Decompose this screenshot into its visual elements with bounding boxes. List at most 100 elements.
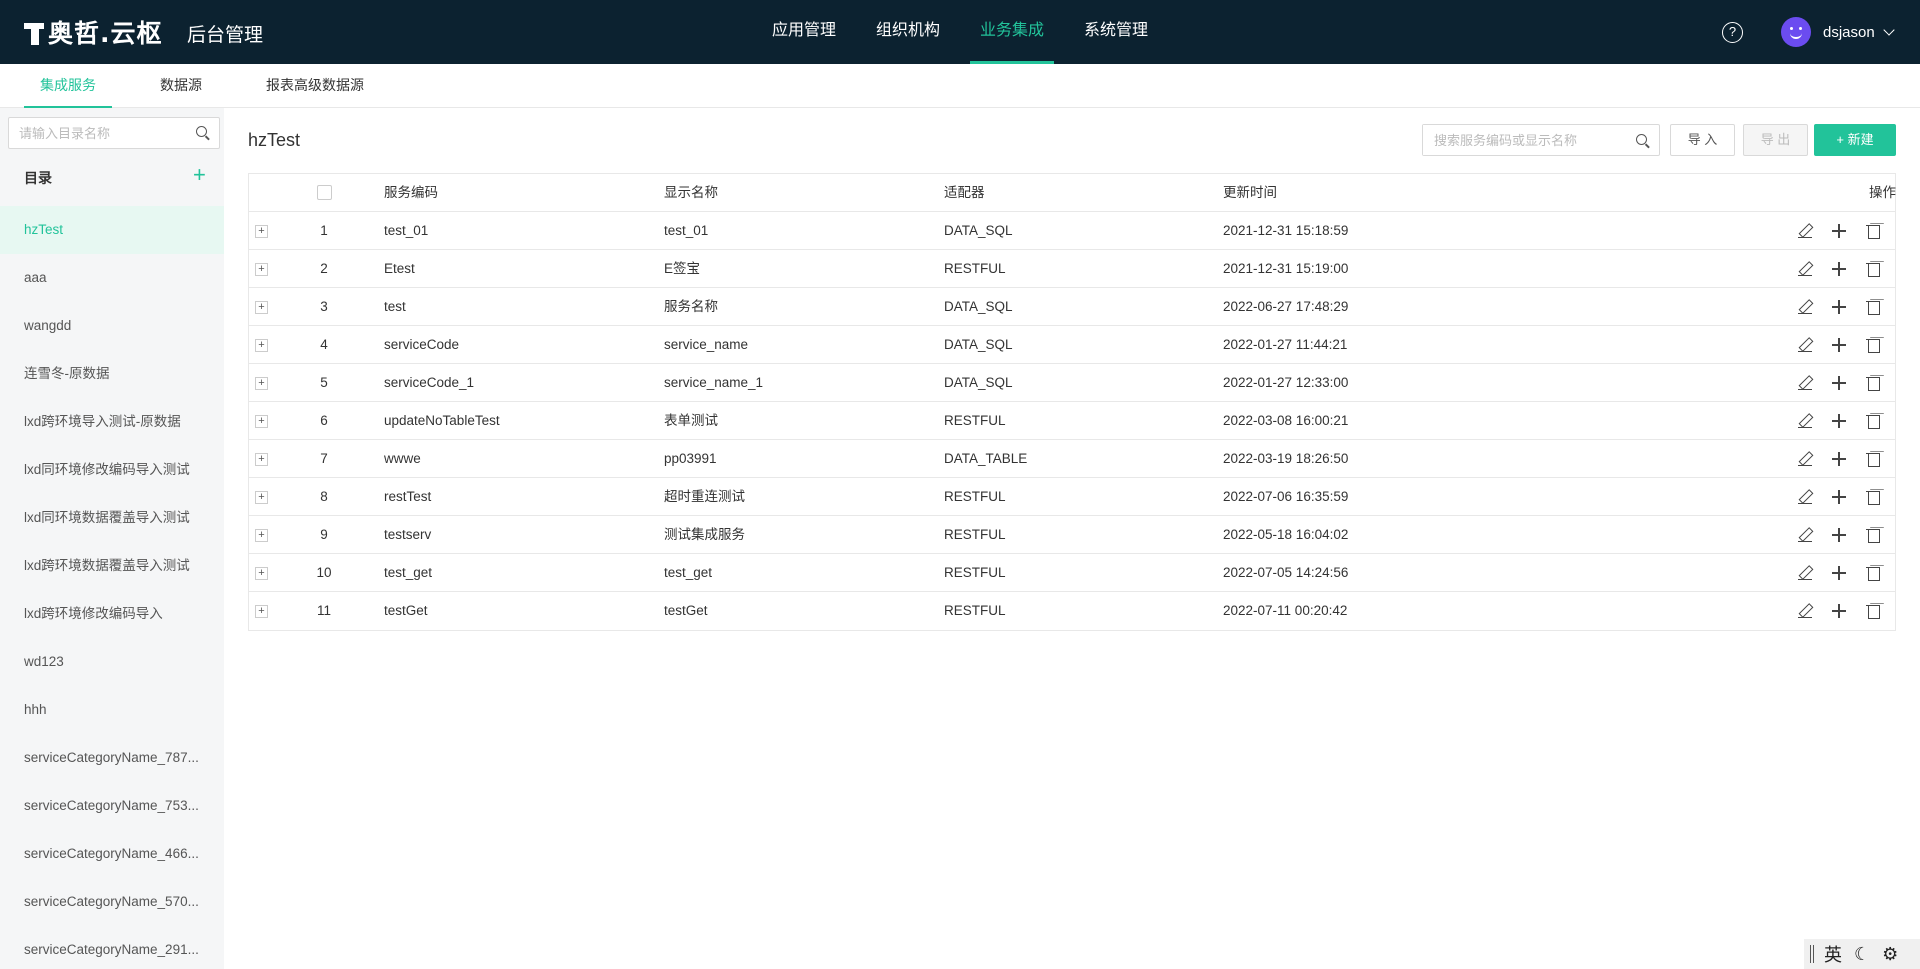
expand-row-icon[interactable]: +: [255, 415, 268, 428]
add-icon[interactable]: [1831, 375, 1847, 391]
table-row[interactable]: +7 wwwe pp03991 DATA_TABLE 2022-03-19 18:26:…: [249, 440, 1895, 478]
table-row[interactable]: +4 serviceCode service_name DATA_SQL 2022-01…: [249, 326, 1895, 364]
expand-row-icon[interactable]: +: [255, 225, 268, 238]
edit-icon[interactable]: [1797, 603, 1813, 619]
add-icon[interactable]: [1831, 489, 1847, 505]
add-icon[interactable]: [1831, 299, 1847, 315]
column-header-name[interactable]: 显示名称: [664, 174, 718, 212]
table-row[interactable]: +10 test_get test_get RESTFUL 2022-07-05 14:…: [249, 554, 1895, 592]
add-icon[interactable]: [1831, 413, 1847, 429]
delete-icon[interactable]: [1865, 299, 1881, 315]
search-icon[interactable]: [196, 126, 207, 137]
table-row[interactable]: +6 updateNoTableTest 表单测试 RESTFUL 2022-03-08…: [249, 402, 1895, 440]
column-header-time[interactable]: 更新时间: [1223, 174, 1277, 212]
catalog-item[interactable]: 连雪冬-原数据: [0, 350, 224, 398]
import-button[interactable]: 导 入: [1670, 124, 1735, 156]
table-row[interactable]: +8 restTest 超时重连测试 RESTFUL 2022-07-06 16:35:…: [249, 478, 1895, 516]
catalog-item[interactable]: aaa: [0, 254, 224, 302]
add-icon[interactable]: [1831, 565, 1847, 581]
logo[interactable]: 奥哲.云枢: [24, 16, 163, 48]
delete-icon[interactable]: [1865, 223, 1881, 239]
delete-icon[interactable]: [1865, 565, 1881, 581]
edit-icon[interactable]: [1797, 299, 1813, 315]
catalog-item[interactable]: serviceCategoryName_570...: [0, 878, 224, 926]
tab-data-sources[interactable]: 数据源: [144, 64, 218, 108]
catalog-item[interactable]: hzTest: [0, 206, 224, 254]
edit-icon[interactable]: [1797, 337, 1813, 353]
delete-icon[interactable]: [1865, 413, 1881, 429]
catalog-search-input[interactable]: [9, 118, 179, 148]
expand-row-icon[interactable]: +: [255, 491, 268, 504]
select-all-checkbox[interactable]: [317, 185, 332, 200]
delete-icon[interactable]: [1865, 261, 1881, 277]
add-icon[interactable]: [1831, 603, 1847, 619]
edit-icon[interactable]: [1797, 489, 1813, 505]
edit-icon[interactable]: [1797, 261, 1813, 277]
catalog-item[interactable]: wangdd: [0, 302, 224, 350]
user-menu[interactable]: dsjason: [1781, 17, 1895, 47]
expand-row-icon[interactable]: +: [255, 339, 268, 352]
nav-item-system-management[interactable]: 系统管理: [1074, 0, 1158, 64]
edit-icon[interactable]: [1797, 451, 1813, 467]
catalog-item[interactable]: hhh: [0, 686, 224, 734]
gear-icon[interactable]: ⚙: [1882, 944, 1898, 965]
add-icon[interactable]: [1831, 451, 1847, 467]
table-row[interactable]: +9 testserv 测试集成服务 RESTFUL 2022-05-18 16:04:…: [249, 516, 1895, 554]
catalog-item[interactable]: lxd跨环境数据覆盖导入测试: [0, 542, 224, 590]
table-row[interactable]: +2 Etest E签宝 RESTFUL 2021-12-31 15:19:00: [249, 250, 1895, 288]
ime-language-toggle[interactable]: 英: [1824, 941, 1842, 967]
catalog-item[interactable]: serviceCategoryName_291...: [0, 926, 224, 969]
table-row[interactable]: +5 serviceCode_1 service_name_1 DATA_SQL 202…: [249, 364, 1895, 402]
search-icon[interactable]: [1636, 134, 1647, 145]
delete-icon[interactable]: [1865, 489, 1881, 505]
catalog-item[interactable]: lxd跨环境导入测试-原数据: [0, 398, 224, 446]
column-header-code[interactable]: 服务编码: [384, 174, 438, 212]
nav-item-organization[interactable]: 组织机构: [866, 0, 950, 64]
delete-icon[interactable]: [1865, 337, 1881, 353]
nav-item-app-management[interactable]: 应用管理: [762, 0, 846, 64]
delete-icon[interactable]: [1865, 527, 1881, 543]
catalog-item[interactable]: lxd同环境数据覆盖导入测试: [0, 494, 224, 542]
edit-icon[interactable]: [1797, 565, 1813, 581]
edit-icon[interactable]: [1797, 413, 1813, 429]
service-search-input[interactable]: [1423, 125, 1623, 155]
add-icon[interactable]: [1831, 223, 1847, 239]
expand-row-icon[interactable]: +: [255, 567, 268, 580]
edit-icon[interactable]: [1797, 375, 1813, 391]
edit-icon[interactable]: [1797, 527, 1813, 543]
nav-item-business-integration[interactable]: 业务集成: [970, 0, 1055, 64]
expand-row-icon[interactable]: +: [255, 377, 268, 390]
expand-row-icon[interactable]: +: [255, 453, 268, 466]
help-icon[interactable]: ?: [1722, 22, 1743, 43]
catalog-item[interactable]: lxd同环境修改编码导入测试: [0, 446, 224, 494]
expand-row-icon[interactable]: +: [255, 263, 268, 276]
ime-handle[interactable]: [1810, 945, 1814, 963]
tab-integration-services[interactable]: 集成服务: [24, 64, 112, 108]
add-catalog-icon[interactable]: +: [193, 164, 206, 186]
table-row[interactable]: +1 test_01 test_01 DATA_SQL 2021-12-31 15:18…: [249, 212, 1895, 250]
delete-icon[interactable]: [1865, 375, 1881, 391]
catalog-item[interactable]: lxd跨环境修改编码导入: [0, 590, 224, 638]
catalog-item[interactable]: wd123: [0, 638, 224, 686]
catalog-item[interactable]: serviceCategoryName_466...: [0, 830, 224, 878]
expand-row-icon[interactable]: +: [255, 529, 268, 542]
add-icon[interactable]: [1831, 337, 1847, 353]
add-icon[interactable]: [1831, 261, 1847, 277]
table-row[interactable]: +11 testGet testGet RESTFUL 2022-07-11 00:20…: [249, 592, 1895, 630]
expand-row-icon[interactable]: +: [255, 605, 268, 618]
tab-report-advanced-data-sources[interactable]: 报表高级数据源: [250, 64, 380, 108]
column-header-adapter[interactable]: 适配器: [944, 174, 985, 212]
moon-icon[interactable]: ☾: [1854, 944, 1870, 965]
catalog-item[interactable]: serviceCategoryName_753...: [0, 782, 224, 830]
delete-icon[interactable]: [1865, 603, 1881, 619]
expand-row-icon[interactable]: +: [255, 301, 268, 314]
export-button[interactable]: 导 出: [1743, 124, 1808, 156]
service-update-time: 2022-07-06 16:35:59: [1223, 489, 1349, 504]
edit-icon[interactable]: [1797, 223, 1813, 239]
table-row[interactable]: +3 test 服务名称 DATA_SQL 2022-06-27 17:48:29: [249, 288, 1895, 326]
new-button[interactable]: + 新建: [1814, 124, 1896, 156]
catalog-search-box: [8, 117, 220, 149]
delete-icon[interactable]: [1865, 451, 1881, 467]
add-icon[interactable]: [1831, 527, 1847, 543]
catalog-item[interactable]: serviceCategoryName_787...: [0, 734, 224, 782]
